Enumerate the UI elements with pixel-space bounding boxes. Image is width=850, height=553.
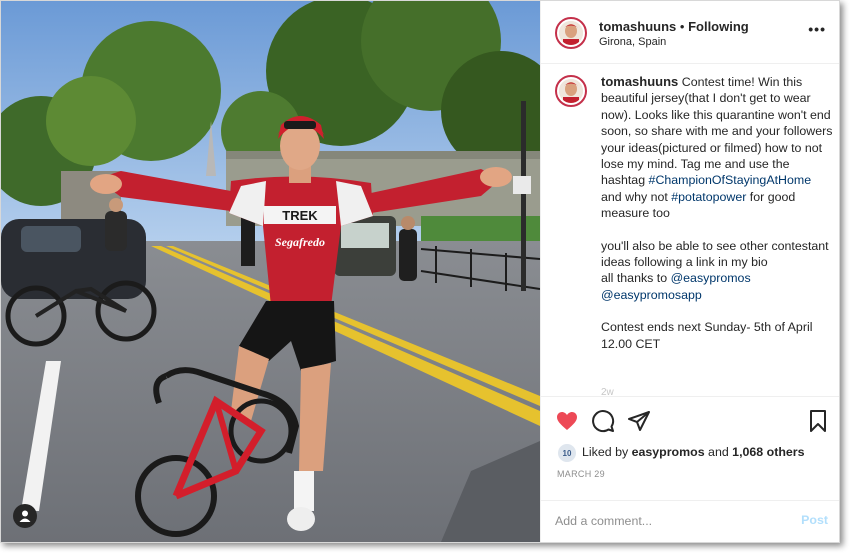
following-status[interactable]: Following <box>688 19 749 34</box>
caption-paragraph-1: tomashuuns Contest time! Win this beauti… <box>601 74 833 222</box>
avatar-image <box>559 21 583 45</box>
likes-others-link[interactable]: 1,068 others <box>732 445 804 459</box>
post-location[interactable]: Girona, Spain <box>599 36 666 48</box>
jersey-brand-text: TREK <box>282 208 318 223</box>
likes-prefix: Liked by <box>582 445 632 459</box>
comment-box: Post <box>541 500 839 542</box>
instagram-post-window: TREK Segafredo tomashuuns • Following Gi… <box>0 0 840 543</box>
jersey-sponsor-text: Segafredo <box>275 235 325 249</box>
post-date: MARCH 29 <box>557 469 605 479</box>
bookmark-glyph <box>810 410 826 432</box>
caption-avatar[interactable] <box>555 75 587 107</box>
action-bar: 10 Liked by easypromos and 1,068 others … <box>541 396 839 501</box>
post-header: tomashuuns • Following Girona, Spain ••• <box>541 1 839 64</box>
mention-link[interactable]: @easypromos <box>671 271 751 285</box>
likes-middle: and <box>704 445 733 459</box>
caption-text-1: Contest time! Win this beautiful jersey(… <box>601 75 833 188</box>
header-separator: • <box>676 19 689 34</box>
comment-bubble-icon[interactable] <box>591 409 615 433</box>
share-glyph <box>628 411 650 431</box>
person-icon[interactable] <box>13 504 37 528</box>
caption-paragraph-2: you'll also be able to see other contest… <box>601 238 829 270</box>
avatar-image <box>559 79 583 103</box>
post-side-panel: tomashuuns • Following Girona, Spain •••… <box>540 1 839 542</box>
bookmark-icon[interactable] <box>806 409 830 433</box>
heart-icon[interactable] <box>555 409 579 433</box>
thanks-prefix: all thanks to <box>601 271 671 286</box>
header-username[interactable]: tomashuuns <box>599 19 676 34</box>
header-user-line: tomashuuns • Following <box>599 19 749 34</box>
heart-glyph <box>557 412 577 430</box>
liker-username[interactable]: easypromos <box>632 445 705 459</box>
caption-area: tomashuuns Contest time! Win this beauti… <box>541 63 839 396</box>
post-photo[interactable]: TREK Segafredo <box>1 1 540 542</box>
likes-summary: Liked by easypromos and 1,068 others <box>582 445 805 459</box>
hashtag-link[interactable]: #potatopower <box>671 190 746 204</box>
caption-timestamp: 2w <box>601 387 614 395</box>
author-avatar[interactable] <box>555 17 587 49</box>
ellipsis-icon[interactable]: ••• <box>808 21 826 37</box>
person-glyph <box>19 510 31 522</box>
caption-username[interactable]: tomashuuns <box>601 74 678 89</box>
cyclist-photo-illustration: TREK Segafredo <box>1 1 540 542</box>
liker-avatar[interactable]: 10 <box>557 443 577 463</box>
caption-paragraph-4: Contest ends next Sunday- 5th of April 1… <box>601 320 813 351</box>
caption-text: tomashuuns Contest time! Win this beauti… <box>601 74 833 352</box>
caption-paragraph-3: all thanks to @easypromos @easypromosapp <box>601 270 833 303</box>
comment-glyph <box>592 410 615 433</box>
comment-input[interactable] <box>555 511 775 531</box>
caption-text-2: and why not <box>601 189 672 204</box>
paper-plane-icon[interactable] <box>627 409 651 433</box>
post-comment-button[interactable]: Post <box>801 513 828 527</box>
hashtag-link[interactable]: #ChampionOfStayingAtHome <box>649 173 812 187</box>
mention-link[interactable]: @easypromosapp <box>601 288 702 302</box>
